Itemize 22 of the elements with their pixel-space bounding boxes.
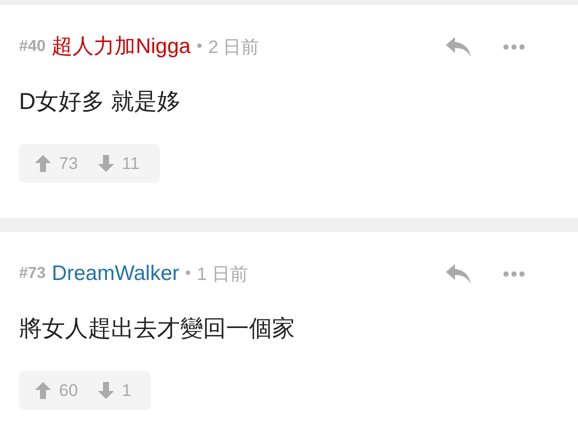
upvote-button[interactable]: 60: [35, 378, 78, 404]
downvote-button[interactable]: 1: [98, 378, 132, 404]
username-link[interactable]: DreamWalker: [52, 260, 180, 288]
comment-number: #40: [19, 37, 46, 57]
username-link[interactable]: 超人力加Nigga: [52, 33, 191, 61]
comment-text: 將女人趕出去才變回一個家: [19, 314, 296, 343]
upvote-button[interactable]: 73: [35, 150, 78, 176]
down-arrow-icon: [98, 382, 114, 399]
up-arrow-icon: [35, 155, 51, 172]
reply-icon[interactable]: [446, 264, 471, 284]
more-options-icon[interactable]: [503, 44, 525, 50]
reply-icon[interactable]: [446, 37, 471, 57]
more-options-icon[interactable]: [503, 271, 525, 277]
post-time: 2 日前: [208, 36, 260, 58]
post-time: 1 日前: [196, 262, 248, 286]
downvote-button[interactable]: 11: [98, 150, 140, 176]
up-arrow-icon: [35, 382, 51, 399]
separator-dot: •: [196, 37, 202, 57]
separator-dot: •: [185, 264, 191, 284]
comment-text: D女好多 就是姼: [19, 87, 181, 116]
down-arrow-icon: [98, 155, 114, 172]
comment-number: #73: [19, 264, 46, 284]
